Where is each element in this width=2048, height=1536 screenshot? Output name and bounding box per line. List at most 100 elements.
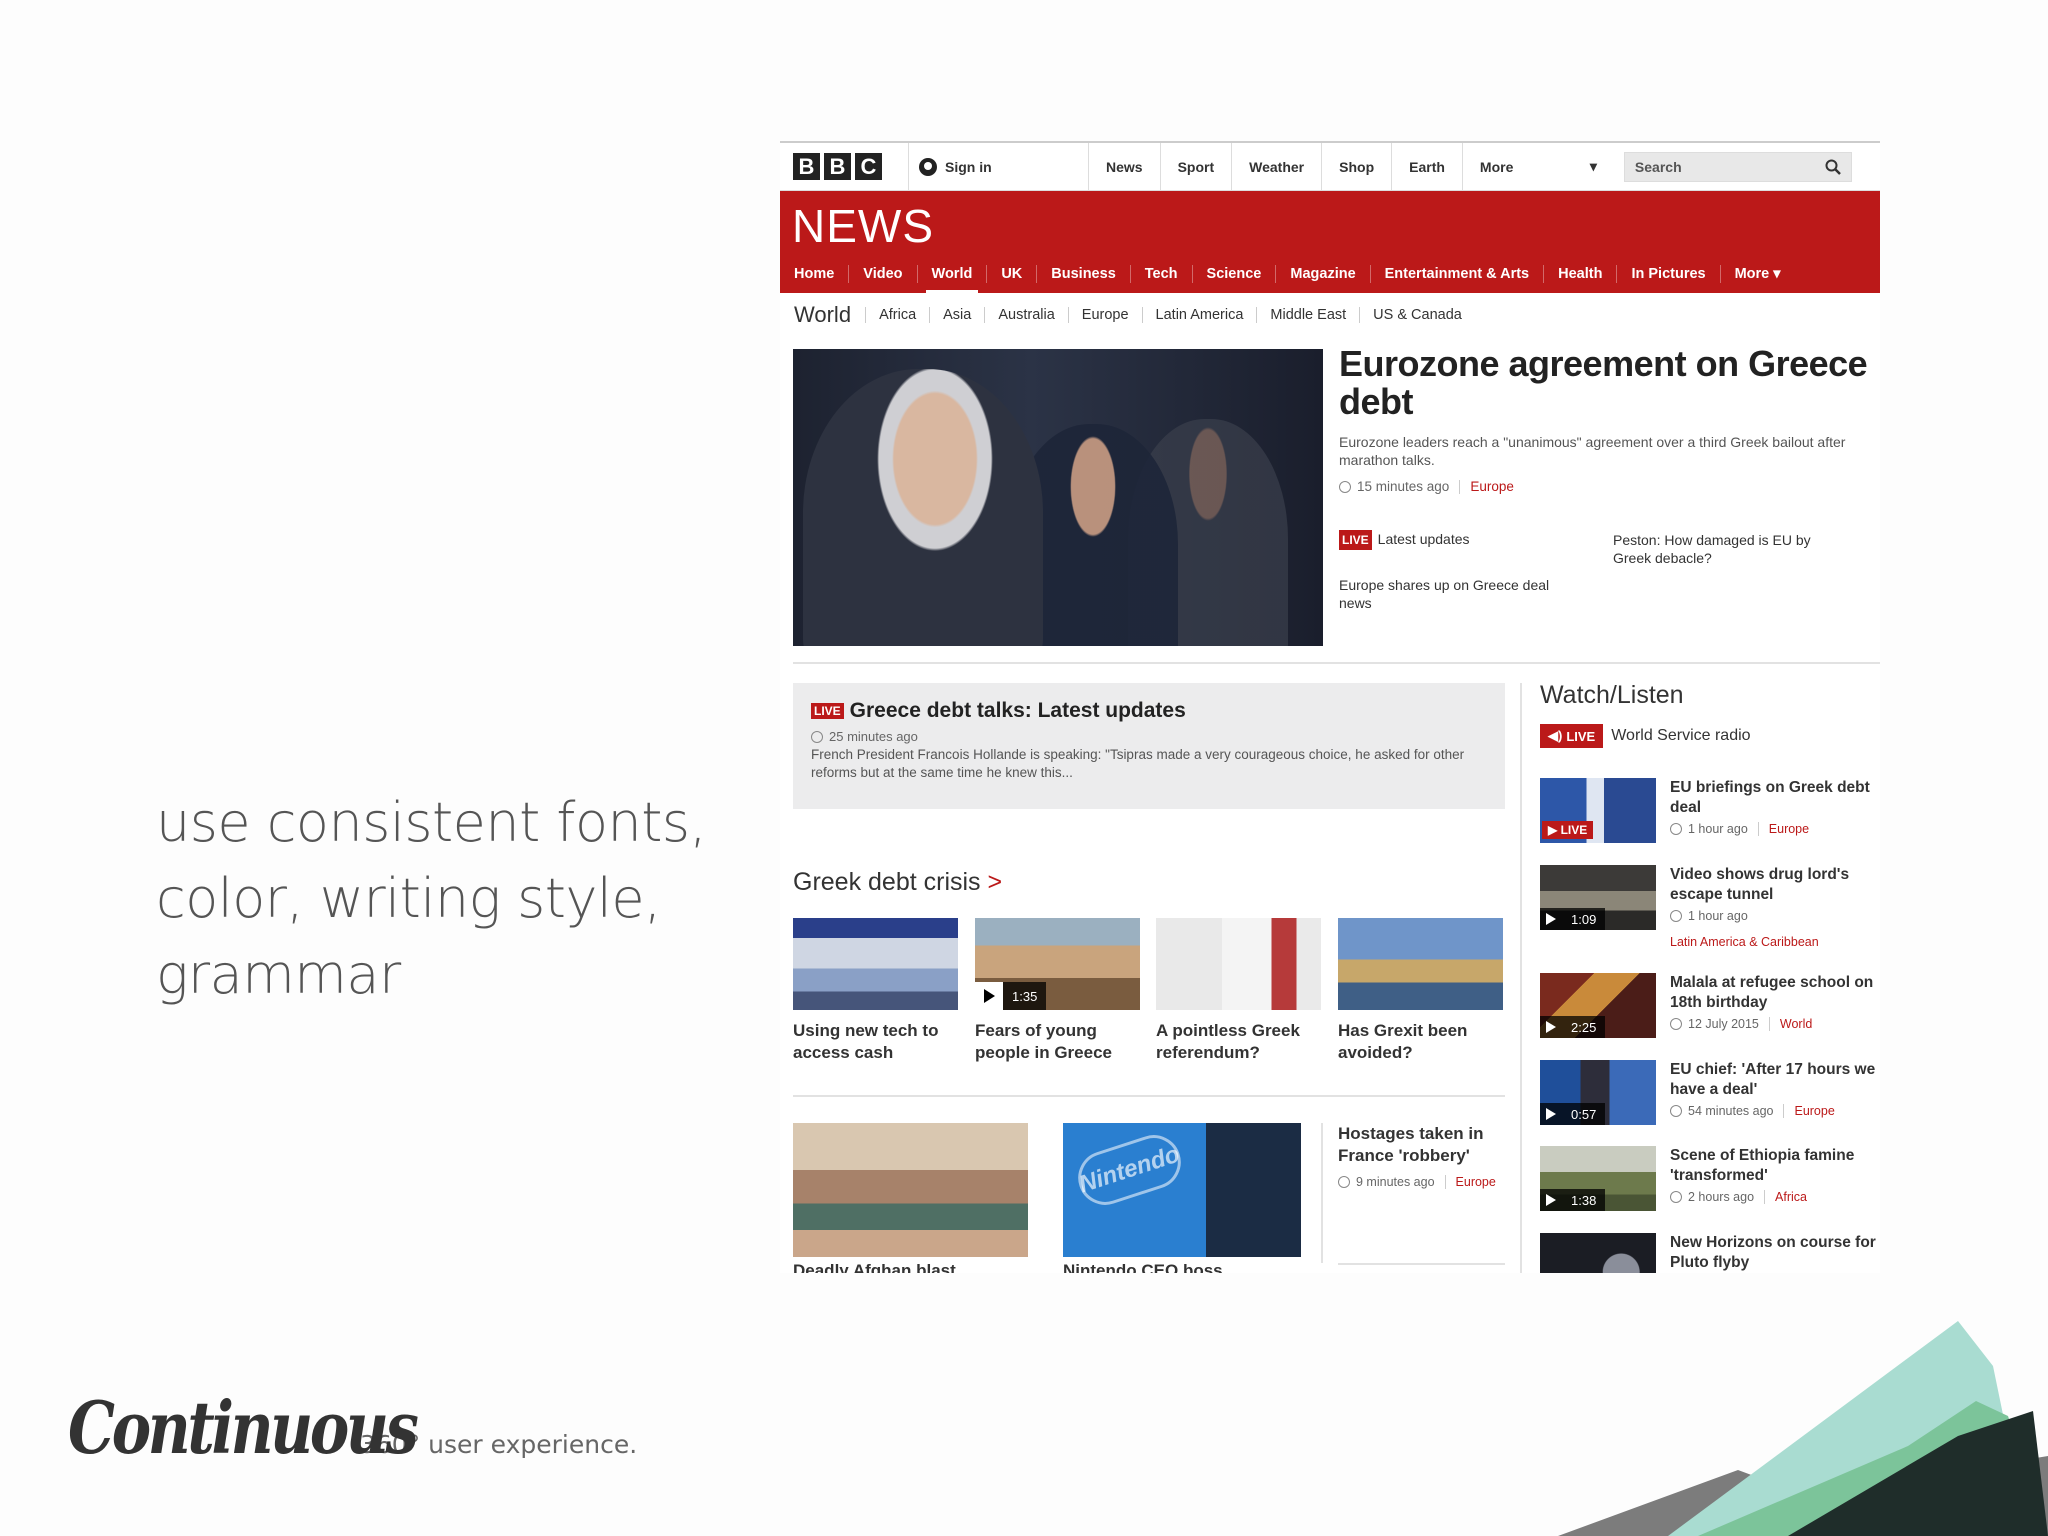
radio-label: World Service radio	[1611, 727, 1751, 744]
news-nav-science[interactable]: Science	[1191, 265, 1276, 283]
watch-item[interactable]: New Horizons on course for Pluto flyby	[1540, 1233, 1880, 1273]
watch-item[interactable]: 2:25 Malala at refugee school on 18th bi…	[1540, 973, 1880, 1038]
duration-label: 1:35	[1012, 988, 1038, 1004]
nav-sport[interactable]: Sport	[1159, 143, 1232, 191]
watch-tag[interactable]: Latin America & Caribbean	[1670, 935, 1819, 949]
nintendo-logo: Nintendo	[1071, 1128, 1188, 1212]
live-badge: LIVE	[811, 703, 844, 719]
watch-item[interactable]: 1:09 Video shows drug lord's escape tunn…	[1540, 865, 1880, 949]
search-input[interactable]: Search	[1623, 151, 1852, 182]
watch-tag[interactable]: Europe	[1794, 1104, 1834, 1118]
story-thumbnail[interactable]: Nintendo	[1063, 1123, 1301, 1257]
watch-tag[interactable]: World	[1780, 1017, 1812, 1031]
watch-time: 12 July 2015	[1688, 1017, 1759, 1031]
divider	[793, 662, 1880, 664]
watch-meta: 1 hour ago Europe	[1670, 822, 1880, 836]
watch-item[interactable]: ▶ LIVE EU briefings on Greek debt deal 1…	[1540, 778, 1880, 843]
nav-news[interactable]: News	[1088, 143, 1160, 191]
global-nav: News Sport Weather Shop Earth More ▾	[1088, 143, 1614, 191]
subnav-title[interactable]: World	[794, 302, 851, 328]
news-nav-world[interactable]: World	[916, 265, 987, 293]
story-tag[interactable]: Europe	[1456, 1175, 1496, 1189]
story-caption: A pointless Greek referendum?	[1156, 1021, 1300, 1062]
watch-caption: EU briefings on Greek debt deal	[1670, 779, 1870, 816]
clock-icon	[1670, 1105, 1682, 1117]
story-tile[interactable]: Using new tech to access cash	[793, 918, 958, 1064]
story-tile[interactable]: 1:35 Fears of young people in Greece	[975, 918, 1140, 1064]
watch-tag[interactable]: Africa	[1775, 1190, 1807, 1204]
story-caption: Has Grexit been avoided?	[1338, 1021, 1468, 1062]
news-nav-uk[interactable]: UK	[986, 265, 1036, 283]
world-service-radio[interactable]: ◀) LIVE World Service radio	[1540, 724, 1880, 748]
subnav-australia[interactable]: Australia	[984, 307, 1067, 323]
play-icon	[975, 982, 1003, 1010]
related-peston[interactable]: Peston: How damaged is EU by Greek debac…	[1613, 531, 1843, 567]
nav-shop[interactable]: Shop	[1321, 143, 1391, 191]
news-title[interactable]: NEWS	[792, 199, 934, 253]
nav-more-label: More	[1479, 158, 1514, 175]
livebox-meta: 25 minutes ago	[811, 729, 1487, 744]
story-hostages[interactable]: Hostages taken in France 'robbery' 9 min…	[1338, 1123, 1508, 1189]
news-nav-in-pictures[interactable]: In Pictures	[1616, 265, 1719, 283]
livebox-title-text: Greece debt talks: Latest updates	[849, 699, 1186, 722]
livebox-text: French President Francois Hollande is sp…	[811, 747, 1465, 780]
subnav-africa[interactable]: Africa	[865, 307, 929, 323]
related-live-updates[interactable]: LIVE Latest updates	[1339, 530, 1470, 550]
story-tile[interactable]: A pointless Greek referendum?	[1156, 918, 1321, 1064]
story-thumbnail: 1:35	[975, 918, 1140, 1010]
video-thumbnail	[1540, 1233, 1656, 1273]
livebox-time: 25 minutes ago	[829, 729, 918, 744]
column-divider	[1520, 683, 1522, 1273]
lead-story-image[interactable]	[793, 349, 1323, 646]
nav-weather[interactable]: Weather	[1231, 143, 1321, 191]
subnav-europe[interactable]: Europe	[1067, 307, 1142, 323]
watch-tag[interactable]: Europe	[1769, 822, 1809, 836]
clock-icon	[811, 730, 823, 743]
video-thumbnail: ▶ LIVE	[1540, 778, 1656, 843]
lead-tag[interactable]: Europe	[1470, 479, 1514, 494]
lead-headline[interactable]: Eurozone agreement on Greece debt	[1339, 345, 1879, 421]
nav-earth[interactable]: Earth	[1391, 143, 1462, 191]
bbc-top-bar: B B C Sign in News Sport Weather Shop Ea…	[780, 143, 1880, 191]
watch-title[interactable]: Watch/Listen	[1540, 681, 1880, 710]
story-thumbnail[interactable]	[793, 1123, 1028, 1257]
story-caption[interactable]: Deadly Afghan blast	[793, 1261, 956, 1273]
search-icon[interactable]	[1825, 159, 1841, 175]
video-thumbnail: 1:38	[1540, 1146, 1656, 1211]
news-nav-health[interactable]: Health	[1543, 265, 1616, 283]
story-caption[interactable]: Nintendo CEO boss	[1063, 1261, 1223, 1273]
signin-link[interactable]: Sign in	[908, 143, 1088, 191]
subnav-middle-east[interactable]: Middle East	[1256, 307, 1359, 323]
clock-icon	[1670, 823, 1682, 835]
news-nav-tech[interactable]: Tech	[1129, 265, 1192, 283]
story-tile[interactable]: Has Grexit been avoided?	[1338, 918, 1503, 1064]
greek-debt-section-title[interactable]: Greek debt crisis >	[793, 868, 1002, 897]
watch-item[interactable]: 0:57 EU chief: 'After 17 hours we have a…	[1540, 1060, 1880, 1125]
watch-caption: Video shows drug lord's escape tunnel	[1670, 866, 1850, 903]
news-nav-entertainment[interactable]: Entertainment & Arts	[1369, 265, 1543, 283]
news-nav-home[interactable]: Home	[780, 265, 848, 283]
separator	[1757, 822, 1759, 836]
subnav-latin-america[interactable]: Latin America	[1141, 307, 1257, 323]
nav-more[interactable]: More ▾	[1461, 143, 1614, 191]
watch-meta: 2 hours ago Africa	[1670, 1190, 1880, 1204]
news-nav: Home Video World UK Business Tech Scienc…	[780, 255, 1795, 293]
subnav-asia[interactable]: Asia	[929, 307, 984, 323]
subnav-us-canada[interactable]: US & Canada	[1359, 307, 1475, 323]
speaker-icon: ◀)	[1548, 728, 1563, 743]
bbc-logo[interactable]: B B C	[793, 153, 882, 180]
caption-line: grammar	[156, 943, 401, 1006]
divider	[1321, 1123, 1323, 1263]
separator	[1444, 1175, 1446, 1189]
news-nav-business[interactable]: Business	[1036, 265, 1129, 283]
live-badge: LIVE	[1339, 530, 1372, 550]
separator	[1783, 1104, 1785, 1118]
live-updates-box[interactable]: LIVE Greece debt talks: Latest updates 25…	[793, 683, 1505, 809]
watch-caption: EU chief: 'After 17 hours we have a deal…	[1670, 1061, 1876, 1098]
related-shares[interactable]: Europe shares up on Greece deal news	[1339, 576, 1584, 612]
news-nav-more[interactable]: More ▾	[1719, 265, 1795, 283]
divider	[1338, 1263, 1505, 1265]
news-nav-video[interactable]: Video	[848, 265, 916, 283]
watch-item[interactable]: 1:38 Scene of Ethiopia famine 'transform…	[1540, 1146, 1880, 1211]
news-nav-magazine[interactable]: Magazine	[1275, 265, 1369, 283]
